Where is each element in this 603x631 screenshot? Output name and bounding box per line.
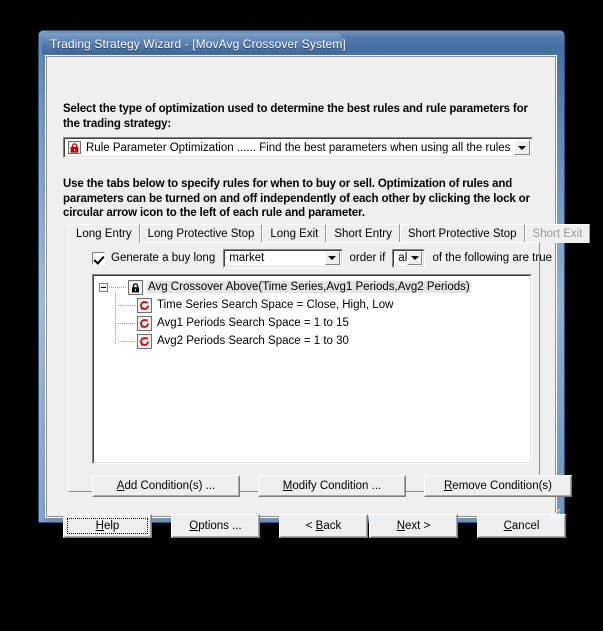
- collapse-icon[interactable]: [99, 282, 108, 292]
- button-label: ack: [323, 520, 342, 532]
- help-button[interactable]: Help: [63, 514, 152, 538]
- order-if-label: order if: [349, 252, 386, 264]
- dialog-client-area: Select the type of optimization used to …: [45, 55, 591, 538]
- tree-node-label: Avg1 Periods Search Space = 1 to 15: [157, 317, 349, 329]
- order-type-value: market: [229, 252, 265, 264]
- button-label: ext >: [405, 520, 431, 532]
- tree-connector-dashes: [118, 322, 136, 324]
- accel-letter: C: [503, 520, 512, 532]
- tree-connector-dashes: [118, 340, 136, 342]
- chevron-down-icon[interactable]: [324, 250, 340, 265]
- tab-long-entry[interactable]: Long Entry: [68, 224, 140, 243]
- optimization-type-value: Rule Parameter Optimization ...... Find …: [86, 141, 511, 154]
- conditions-treeview[interactable]: Avg Crossover Above(Time Series,Avg1 Per…: [92, 274, 532, 464]
- tree-node-label: Avg2 Periods Search Space = 1 to 30: [157, 335, 349, 347]
- wizard-window: Trading Strategy Wizard - [MovAvg Crosso…: [38, 30, 591, 538]
- tree-node-root[interactable]: Avg Crossover Above(Time Series,Avg1 Per…: [96, 278, 531, 296]
- tab-label: Short Exit: [532, 228, 583, 240]
- button-label: emove Condition(s): [452, 480, 553, 492]
- accel-letter: O: [189, 520, 199, 532]
- tab-short-entry[interactable]: Short Entry: [326, 224, 400, 243]
- back-button[interactable]: < Back: [279, 514, 368, 538]
- lock-icon[interactable]: [68, 141, 81, 154]
- lock-icon[interactable]: [128, 279, 143, 295]
- button-label: elp: [103, 520, 120, 532]
- window-title: Trading Strategy Wizard - [MovAvg Crosso…: [50, 36, 346, 51]
- tab-label: Long Exit: [270, 228, 319, 240]
- rule-definition-row: Generate a buy long market order if all …: [92, 248, 552, 268]
- tab-long-exit[interactable]: Long Exit: [262, 224, 327, 243]
- tab-short-protective-stop[interactable]: Short Protective Stop: [399, 224, 525, 243]
- tree-node-child[interactable]: Time Series Search Space = Close, High, …: [96, 296, 531, 314]
- next-button[interactable]: Next >: [369, 514, 458, 538]
- tree-node-child[interactable]: Avg1 Periods Search Space = 1 to 15: [96, 314, 531, 332]
- order-type-combobox[interactable]: market: [223, 248, 343, 268]
- following-are-true-label: of the following are true: [432, 252, 552, 264]
- tabstrip: Long Entry Long Protective Stop Long Exi…: [68, 224, 591, 243]
- tab-short-exit: Short Exit: [524, 224, 591, 243]
- generate-order-checkbox[interactable]: [92, 251, 105, 265]
- tree-connector-dashes: [109, 286, 127, 288]
- button-label: odify Condition ...: [292, 480, 382, 492]
- chevron-down-icon[interactable]: [407, 250, 423, 265]
- button-label: ancel: [511, 520, 540, 532]
- button-label: ptions ...: [198, 520, 242, 532]
- tab-label: Short Protective Stop: [407, 228, 517, 240]
- circular-arrow-icon[interactable]: [137, 333, 152, 349]
- button-prefix: <: [305, 520, 316, 532]
- instruction-text-optimization: Select the type of optimization used to …: [63, 103, 528, 130]
- circular-arrow-icon[interactable]: [137, 297, 152, 313]
- quantifier-combobox[interactable]: all: [392, 248, 426, 268]
- button-label: dd Condition(s) ...: [124, 480, 216, 492]
- tab-label: Long Protective Stop: [147, 228, 255, 240]
- circular-arrow-icon[interactable]: [137, 315, 152, 331]
- tab-label: Short Entry: [334, 228, 392, 240]
- optimization-type-combobox[interactable]: Rule Parameter Optimization ...... Find …: [63, 137, 533, 158]
- accel-letter: M: [282, 480, 293, 492]
- remove-conditions-button[interactable]: Remove Condition(s): [424, 475, 572, 497]
- chevron-down-icon[interactable]: [514, 140, 530, 155]
- modify-condition-button[interactable]: Modify Condition ...: [258, 475, 406, 497]
- tree-node-child[interactable]: Avg2 Periods Search Space = 1 to 30: [96, 332, 531, 350]
- resize-grip[interactable]: [547, 506, 561, 520]
- generate-order-label: Generate a buy long: [111, 252, 216, 264]
- tab-long-protective-stop[interactable]: Long Protective Stop: [139, 224, 263, 243]
- tree-connector-dashes: [118, 304, 136, 306]
- options-button[interactable]: Options ...: [171, 514, 260, 538]
- tree-node-label: Avg Crossover Above(Time Series,Avg1 Per…: [147, 281, 471, 293]
- tree-node-label: Time Series Search Space = Close, High, …: [157, 299, 394, 311]
- accel-letter: H: [95, 520, 104, 532]
- tab-label: Long Entry: [76, 228, 132, 240]
- accel-letter: N: [396, 520, 406, 532]
- treeview-content: Avg Crossover Above(Time Series,Avg1 Per…: [93, 275, 531, 350]
- add-conditions-button[interactable]: Add Condition(s) ...: [92, 475, 240, 497]
- titlebar[interactable]: Trading Strategy Wizard - [MovAvg Crosso…: [42, 33, 560, 54]
- instruction-text-tabs: Use the tabs below to specify rules for …: [63, 178, 530, 219]
